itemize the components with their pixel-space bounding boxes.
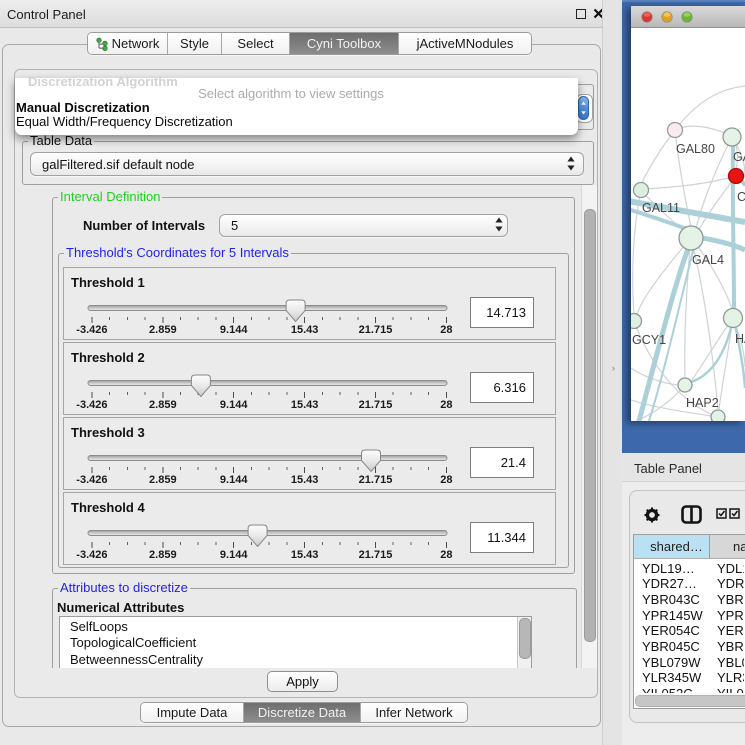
svg-text:28: 28 xyxy=(440,474,452,486)
svg-text:15.43: 15.43 xyxy=(291,549,319,561)
svg-text:-3.426: -3.426 xyxy=(76,549,107,561)
svg-text:GAL: GAL xyxy=(733,150,745,164)
svg-text:28: 28 xyxy=(440,399,452,411)
svg-text:28: 28 xyxy=(440,549,452,561)
svg-text:HA: HA xyxy=(735,332,745,346)
svg-text:GAL11: GAL11 xyxy=(642,201,680,215)
svg-text:2.859: 2.859 xyxy=(149,549,177,561)
svg-text:9.144: 9.144 xyxy=(220,474,248,486)
svg-text:15.43: 15.43 xyxy=(291,324,319,336)
svg-text:HAP2: HAP2 xyxy=(686,396,719,410)
svg-text:28: 28 xyxy=(440,324,452,336)
svg-text:9.144: 9.144 xyxy=(220,324,248,336)
svg-text:2.859: 2.859 xyxy=(149,324,177,336)
svg-text:GCY1: GCY1 xyxy=(632,333,666,347)
svg-text:15.43: 15.43 xyxy=(291,474,319,486)
svg-text:2.859: 2.859 xyxy=(149,474,177,486)
svg-text:-3.426: -3.426 xyxy=(76,474,107,486)
svg-text:-3.426: -3.426 xyxy=(76,399,107,411)
svg-text:-3.426: -3.426 xyxy=(76,324,107,336)
svg-text:9.144: 9.144 xyxy=(220,549,248,561)
svg-text:21.715: 21.715 xyxy=(359,549,393,561)
svg-text:21.715: 21.715 xyxy=(359,399,393,411)
svg-text:GAL80: GAL80 xyxy=(676,142,715,156)
svg-text:GAL4: GAL4 xyxy=(692,253,724,267)
svg-text:15.43: 15.43 xyxy=(291,399,319,411)
svg-text:CO: CO xyxy=(737,190,745,204)
svg-text:21.715: 21.715 xyxy=(359,324,393,336)
svg-text:21.715: 21.715 xyxy=(359,474,393,486)
svg-text:9.144: 9.144 xyxy=(220,399,248,411)
svg-text:2.859: 2.859 xyxy=(149,399,177,411)
